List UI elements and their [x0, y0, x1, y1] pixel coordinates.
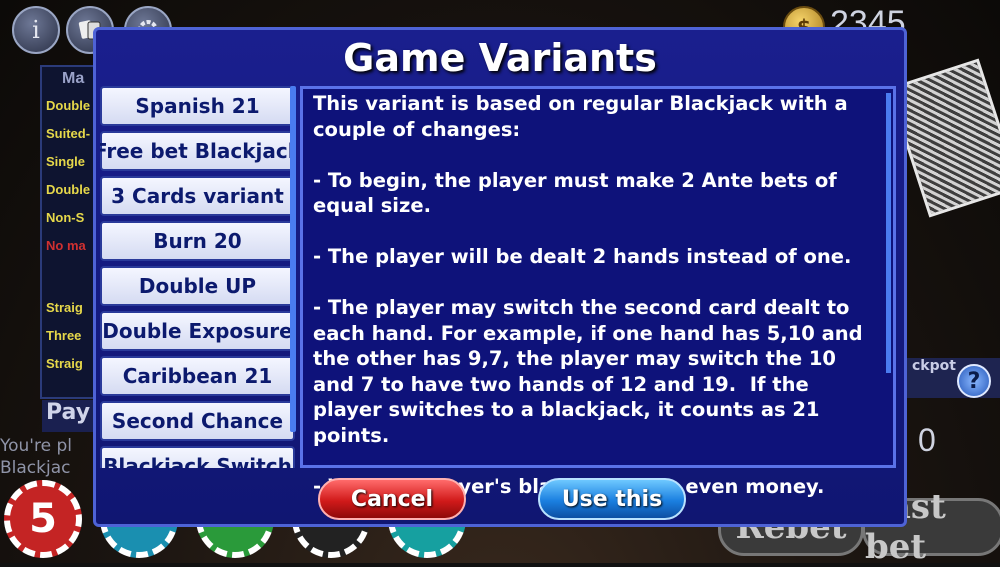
- info-icon[interactable]: i: [12, 6, 60, 54]
- payout-row-label: Suited-: [46, 126, 91, 141]
- game-variants-dialog: Game Variants Spanish 21 Free bet Blackja…: [93, 27, 907, 527]
- pay-label: Pay: [42, 400, 96, 432]
- variant-description-panel[interactable]: This variant is based on regular Blackja…: [300, 86, 896, 498]
- description-scrollbar[interactable]: [886, 93, 891, 373]
- variant-item[interactable]: Free bet Blackjack: [100, 131, 295, 171]
- variant-item[interactable]: Caribbean 21: [100, 356, 295, 396]
- variant-list[interactable]: Spanish 21 Free bet Blackjack 3 Cards vari…: [100, 86, 295, 468]
- payout-panel-title: Ma: [62, 70, 85, 87]
- payout-row-label: Three: [46, 328, 82, 343]
- variant-item[interactable]: Double Exposure: [100, 311, 295, 351]
- use-this-button[interactable]: Use this: [538, 478, 686, 520]
- hint-line-1: You're pl: [0, 436, 72, 456]
- variant-description: This variant is based on regular Blackja…: [313, 92, 863, 498]
- hint-line-2: Blackjac: [0, 458, 71, 478]
- help-icon[interactable]: ?: [957, 364, 991, 398]
- payout-row-label: Non-S: [46, 210, 85, 225]
- payout-row-label: Double: [46, 182, 91, 197]
- cancel-button[interactable]: Cancel: [318, 478, 466, 520]
- variant-item[interactable]: Blackjack Switch: [100, 446, 295, 468]
- payout-row-label: Straig: [46, 356, 83, 371]
- payout-row-label: Double: [46, 98, 91, 113]
- chip-5[interactable]: 5: [4, 480, 82, 558]
- variant-item[interactable]: Second Chance: [100, 401, 295, 441]
- dialog-title: Game Variants: [343, 36, 657, 80]
- payout-row-label: Single: [46, 154, 86, 169]
- payout-row-label: No ma: [46, 238, 86, 253]
- variant-item[interactable]: Spanish 21: [100, 86, 295, 126]
- jackpot-label: ckpot: [912, 358, 956, 374]
- jackpot-value: 0: [918, 422, 936, 458]
- variant-list-scrollbar[interactable]: [290, 86, 296, 432]
- variant-item[interactable]: Burn 20: [100, 221, 295, 261]
- payout-row-label: Straig: [46, 300, 83, 315]
- variant-item[interactable]: Double UP: [100, 266, 295, 306]
- variant-item[interactable]: 3 Cards variant: [100, 176, 295, 216]
